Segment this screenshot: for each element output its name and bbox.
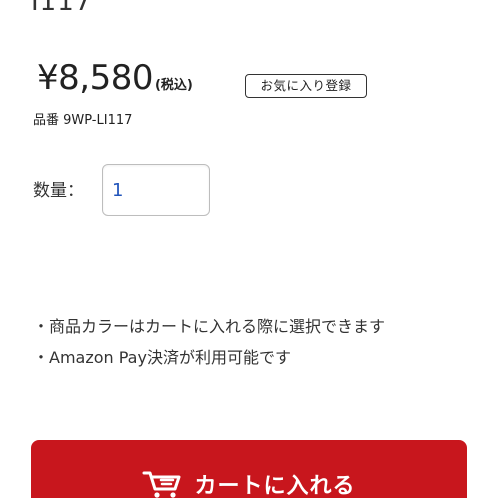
- product-notes: ・商品カラーはカートに入れる際に選択できます ・Amazon Pay決済が利用可…: [33, 311, 473, 373]
- note-amazon-pay: ・Amazon Pay決済が利用可能です: [33, 348, 291, 367]
- add-to-cart-label: カートに入れる: [194, 474, 356, 498]
- note-color-selection: ・商品カラーはカートに入れる際に選択できます: [33, 317, 386, 336]
- product-sku: 品番 9WP-LI117: [33, 113, 133, 128]
- cart-icon: [142, 471, 181, 498]
- product-title: I117: [31, 0, 93, 17]
- quantity-input[interactable]: [102, 164, 210, 216]
- add-to-cart-button[interactable]: カートに入れる: [31, 440, 467, 498]
- quantity-label: 数量：: [33, 181, 84, 201]
- add-to-favorites-button[interactable]: お気に入り登録: [245, 74, 367, 98]
- product-price: ¥8,580: [37, 58, 153, 98]
- tax-note: (税込): [154, 78, 193, 93]
- add-to-cart-content: カートに入れる: [142, 469, 355, 498]
- price-row: ¥8,580 (税込): [37, 56, 193, 100]
